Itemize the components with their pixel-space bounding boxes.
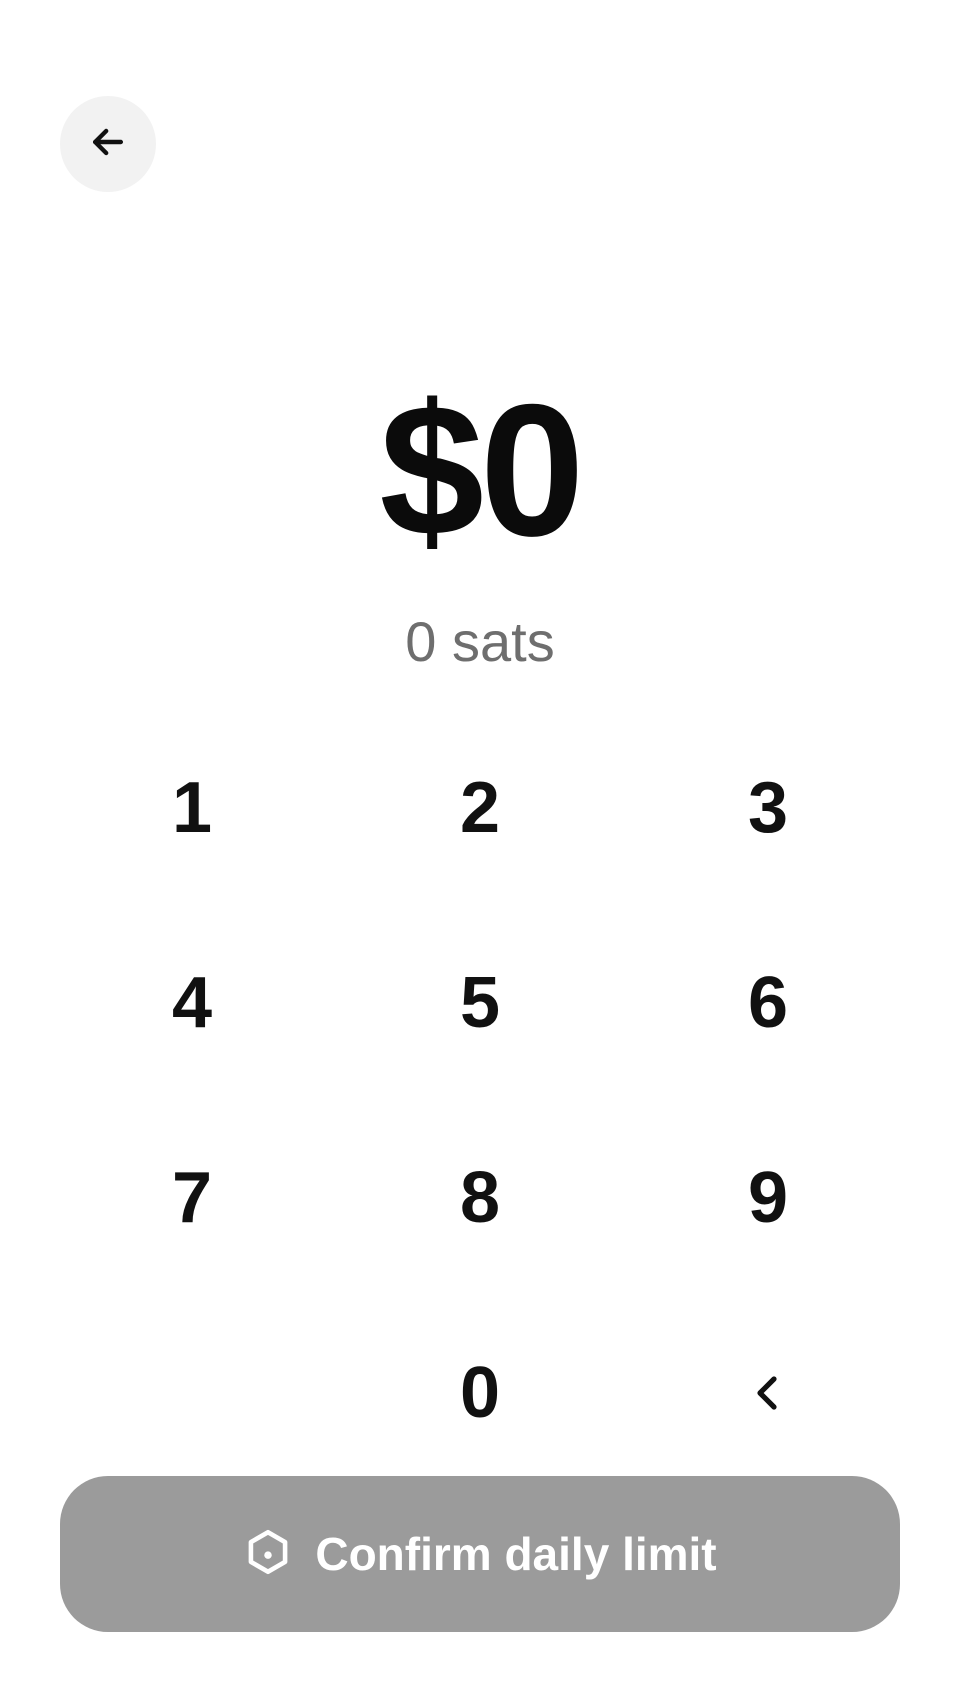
key-9[interactable]: 9 (648, 1123, 888, 1273)
key-0[interactable]: 0 (360, 1318, 600, 1468)
key-5[interactable]: 5 (360, 928, 600, 1078)
numeric-keypad: 1 2 3 4 5 6 7 8 9 0 (0, 720, 960, 1500)
key-4[interactable]: 4 (72, 928, 312, 1078)
back-button[interactable] (60, 96, 156, 192)
key-6[interactable]: 6 (648, 928, 888, 1078)
chevron-left-icon (744, 1352, 792, 1434)
backspace-button[interactable] (648, 1318, 888, 1468)
sats-amount: 0 sats (405, 610, 555, 673)
key-7[interactable]: 7 (72, 1123, 312, 1273)
confirm-button-label: Confirm daily limit (315, 1528, 717, 1580)
key-3[interactable]: 3 (648, 733, 888, 883)
arrow-left-icon (86, 120, 130, 169)
fiat-amount: $0 (379, 365, 584, 575)
key-2[interactable]: 2 (360, 733, 600, 883)
key-8[interactable]: 8 (360, 1123, 600, 1273)
key-1[interactable]: 1 (72, 733, 312, 883)
confirm-daily-limit-button[interactable]: Confirm daily limit (60, 1476, 900, 1632)
hexagon-lock-icon (243, 1527, 293, 1582)
